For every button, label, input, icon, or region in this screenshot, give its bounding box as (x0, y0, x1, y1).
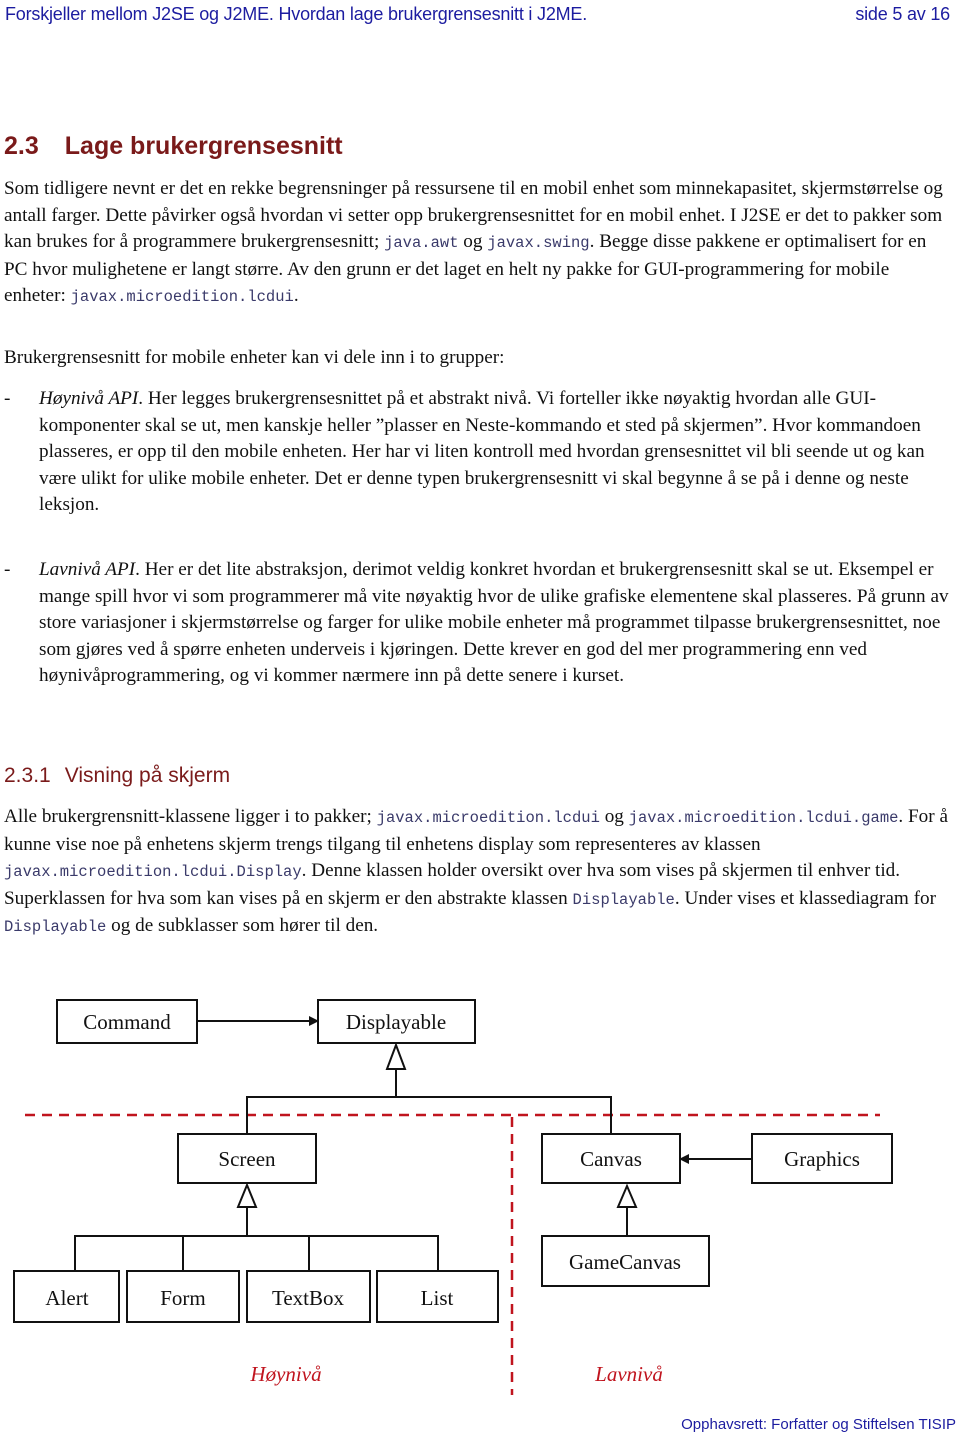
class-label: Form (160, 1286, 206, 1310)
class-diagram: Command Displayable Screen Canvas Graphi… (13, 999, 893, 1395)
class-label: Screen (218, 1147, 276, 1171)
inheritance-arrow-displayable (385, 1042, 407, 1070)
class-box-list: List (376, 1270, 499, 1323)
class-box-textbox: TextBox (246, 1270, 371, 1323)
inheritance-connector-screen-children (74, 1235, 439, 1271)
class-label: Alert (45, 1286, 88, 1310)
class-label: TextBox (272, 1286, 345, 1310)
copyright-footer: Opphavsrett: Forfatter og Stiftelsen TIS… (681, 1416, 956, 1433)
class-label: Command (83, 1010, 171, 1034)
inheritance-arrow-screen (236, 1182, 258, 1208)
class-label: List (421, 1286, 454, 1310)
label-low-level: Lavnivå (594, 1362, 663, 1386)
class-box-form: Form (126, 1270, 240, 1323)
class-box-graphics: Graphics (751, 1133, 893, 1184)
label-high-level: Høynivå (249, 1362, 321, 1386)
class-box-screen: Screen (177, 1133, 317, 1184)
class-box-displayable: Displayable (317, 999, 476, 1044)
class-label: Canvas (580, 1147, 642, 1171)
class-box-canvas: Canvas (541, 1133, 681, 1184)
inheritance-arrow-canvas (616, 1183, 638, 1208)
class-label: GameCanvas (569, 1250, 681, 1274)
class-box-command: Command (56, 999, 198, 1044)
class-label: Displayable (346, 1010, 446, 1034)
class-label: Graphics (784, 1147, 860, 1171)
class-box-gamecanvas: GameCanvas (541, 1235, 710, 1287)
class-box-alert: Alert (13, 1270, 120, 1323)
